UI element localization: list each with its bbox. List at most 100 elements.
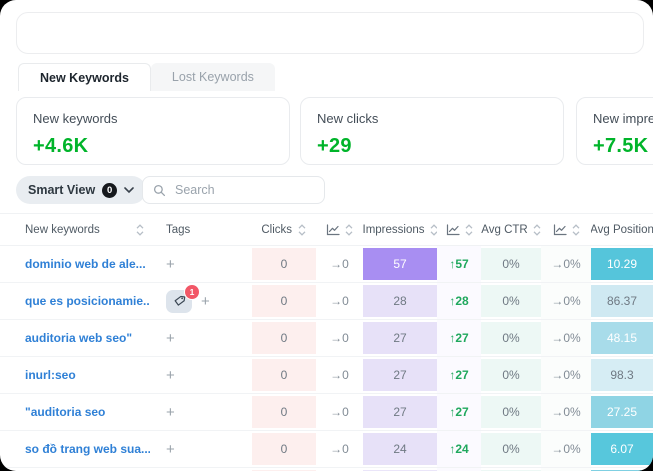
search-input[interactable] <box>173 182 314 198</box>
sort-icon[interactable] <box>345 224 353 236</box>
ctr-cell: 0% <box>481 283 541 319</box>
impressions-change-cell: ↑28 <box>437 283 481 319</box>
stat-card-new-keywords: New keywords +4.6K <box>16 97 290 165</box>
header-clicks-trend[interactable] <box>316 214 363 245</box>
clicks-cell: 0 <box>252 431 316 467</box>
stat-value: +29 <box>317 135 547 158</box>
keyword-link[interactable]: auditoria web seo" <box>0 320 150 356</box>
header-avg-position[interactable]: Avg Position <box>591 214 653 245</box>
ctr-change-cell: →0% <box>541 283 591 319</box>
clicks-change-cell: →0 <box>316 320 363 356</box>
stat-value: +7.5K <box>593 135 653 158</box>
ctr-cell: 0% <box>481 320 541 356</box>
table-header-row: New keywords Tags Clicks <box>0 213 653 246</box>
sort-icon[interactable] <box>533 224 541 236</box>
impressions-change-cell: ↑27 <box>437 357 481 393</box>
sort-icon[interactable] <box>430 224 438 236</box>
impressions-cell: 28 <box>363 283 437 319</box>
add-tag-button[interactable]: + <box>201 294 210 309</box>
sort-icon[interactable] <box>136 224 144 236</box>
table-row: so đồ trang web sua... + 0 →0 24 ↑24 0% … <box>0 431 653 468</box>
clicks-change-cell: →0 <box>316 431 363 467</box>
stat-label: New keywords <box>33 111 273 126</box>
clicks-cell: 0 <box>252 283 316 319</box>
keyword-link[interactable]: que es posicionamie... <box>0 283 150 319</box>
ctr-cell: 0% <box>481 394 541 430</box>
position-cell: 10.29 <box>591 246 653 282</box>
impressions-change-cell: ↑57 <box>437 246 481 282</box>
clicks-change-cell: →0 <box>316 246 363 282</box>
line-chart-icon[interactable] <box>446 224 460 236</box>
clicks-change-cell: →0 <box>316 394 363 430</box>
table-row: "auditoria seo + 0 →0 27 ↑27 0% →0% 27.2… <box>0 394 653 431</box>
impressions-change-cell: ↑24 <box>437 431 481 467</box>
ctr-change-cell: →0% <box>541 394 591 430</box>
position-cell: 27.25 <box>591 394 653 430</box>
ctr-cell: 0% <box>481 246 541 282</box>
clicks-change-cell: →0 <box>316 283 363 319</box>
sort-icon[interactable] <box>465 224 473 236</box>
stat-label: New impressions <box>593 111 653 126</box>
stat-card-new-clicks: New clicks +29 <box>300 97 564 165</box>
keyword-link[interactable]: "auditoria seo <box>0 394 150 430</box>
ctr-change-cell: →0% <box>541 431 591 467</box>
clicks-cell: 0 <box>252 246 316 282</box>
table-row: auditoria web seo" + 0 →0 27 ↑27 0% →0% … <box>0 320 653 357</box>
clicks-cell: 0 <box>252 357 316 393</box>
header-tags[interactable]: Tags <box>150 214 252 245</box>
line-chart-icon[interactable] <box>553 224 567 236</box>
stat-value: +4.6K <box>33 135 273 158</box>
tab-lost-keywords[interactable]: Lost Keywords <box>151 63 275 91</box>
position-cell: 86.37 <box>591 283 653 319</box>
header-new-keywords[interactable]: New keywords <box>0 214 150 245</box>
chevron-down-icon <box>124 187 134 194</box>
search-box <box>142 176 325 204</box>
smart-view-dropdown[interactable]: Smart View 0 <box>16 176 146 204</box>
header-avg-ctr[interactable]: Avg CTR <box>481 214 541 245</box>
tab-bar: New Keywords Lost Keywords <box>18 63 275 91</box>
add-tag-button[interactable]: + <box>166 405 175 420</box>
impressions-cell: 24 <box>363 431 437 467</box>
ctr-cell: 0% <box>481 357 541 393</box>
impressions-change-cell: ↑27 <box>437 394 481 430</box>
header-impressions[interactable]: Impressions <box>363 214 437 245</box>
smart-view-label: Smart View <box>28 183 95 197</box>
table-row: dominio web de ale... + 0 →0 57 ↑57 0% →… <box>0 246 653 283</box>
impressions-change-cell: ↑27 <box>437 320 481 356</box>
add-tag-button[interactable]: + <box>166 331 175 346</box>
impressions-cell: 27 <box>363 394 437 430</box>
tag-icon <box>173 295 186 308</box>
impressions-cell: 27 <box>363 320 437 356</box>
clicks-change-cell: →0 <box>316 357 363 393</box>
impressions-cell: 57 <box>363 246 437 282</box>
clicks-cell: 0 <box>252 394 316 430</box>
stat-card-new-impressions: New impressions +7.5K <box>576 97 653 165</box>
sort-icon[interactable] <box>298 224 306 236</box>
stat-label: New clicks <box>317 111 547 126</box>
top-panel <box>16 12 644 54</box>
ctr-change-cell: →0% <box>541 320 591 356</box>
keyword-link[interactable]: so đồ trang web sua... <box>0 431 150 467</box>
keyword-link[interactable]: inurl:seo <box>0 357 150 393</box>
tag-chip[interactable]: 1 <box>166 290 192 313</box>
header-clicks[interactable]: Clicks <box>252 214 316 245</box>
sort-icon[interactable] <box>572 224 580 236</box>
table-row: inurl:seo + 0 →0 27 ↑27 0% →0% 98.3 <box>0 357 653 394</box>
position-cell: 48.15 <box>591 320 653 356</box>
line-chart-icon[interactable] <box>326 224 340 236</box>
add-tag-button[interactable]: + <box>166 257 175 272</box>
header-impressions-trend[interactable] <box>437 214 481 245</box>
tag-count-badge: 1 <box>184 284 200 300</box>
keywords-table: New keywords Tags Clicks <box>0 213 653 471</box>
add-tag-button[interactable]: + <box>166 368 175 383</box>
ctr-change-cell: →0% <box>541 357 591 393</box>
table-row: que es posicionamie... 1 + 0 →0 28 ↑28 0… <box>0 283 653 320</box>
header-ctr-trend[interactable] <box>541 214 591 245</box>
ctr-cell: 0% <box>481 431 541 467</box>
keyword-link[interactable]: dominio web de ale... <box>0 246 150 282</box>
keywords-dashboard: New Keywords Lost Keywords New keywords … <box>0 0 653 471</box>
tab-new-keywords[interactable]: New Keywords <box>18 63 151 91</box>
smart-view-count-badge: 0 <box>102 183 117 198</box>
add-tag-button[interactable]: + <box>166 442 175 457</box>
impressions-cell: 27 <box>363 357 437 393</box>
